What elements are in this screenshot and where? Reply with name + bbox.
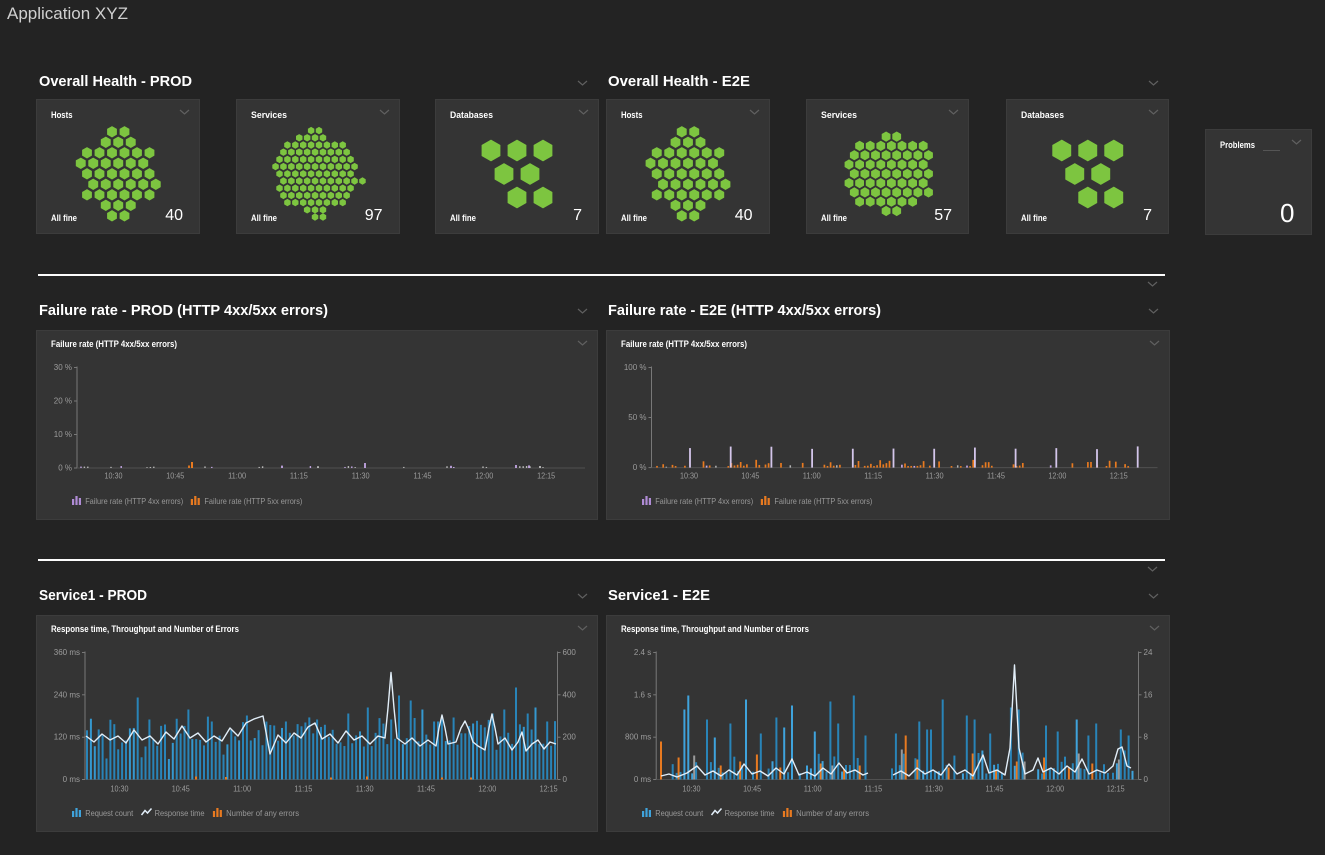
svg-text:2.4 s: 2.4 s <box>633 648 650 657</box>
svg-text:10:45: 10:45 <box>172 785 190 794</box>
svg-text:All fine: All fine <box>621 213 647 223</box>
svg-text:All fine: All fine <box>821 213 847 223</box>
svg-text:12:15: 12:15 <box>1106 785 1124 794</box>
svg-text:Hosts: Hosts <box>51 110 73 120</box>
svg-text:Response time: Response time <box>724 808 774 818</box>
svg-text:0 %: 0 % <box>632 463 646 472</box>
svg-text:Services: Services <box>251 110 287 120</box>
svg-text:0: 0 <box>1143 775 1148 784</box>
svg-text:Response time, Throughput and: Response time, Throughput and Number of … <box>621 624 809 634</box>
svg-text:11:00: 11:00 <box>228 472 246 481</box>
svg-text:100 %: 100 % <box>623 363 646 372</box>
svg-text:Service1 - E2E: Service1 - E2E <box>608 587 710 604</box>
svg-text:0: 0 <box>563 775 568 784</box>
svg-text:10:45: 10:45 <box>741 472 759 481</box>
svg-text:All fine: All fine <box>251 213 277 223</box>
svg-text:12:15: 12:15 <box>540 785 558 794</box>
svg-text:11:15: 11:15 <box>864 472 882 481</box>
svg-text:12:00: 12:00 <box>478 785 496 794</box>
svg-text:Overall Health - PROD: Overall Health - PROD <box>39 73 192 90</box>
svg-text:Databases: Databases <box>450 110 493 120</box>
svg-text:Failure rate (HTTP 5xx errors): Failure rate (HTTP 5xx errors) <box>774 496 872 506</box>
svg-text:Response time: Response time <box>155 808 205 818</box>
svg-text:20 %: 20 % <box>54 397 72 406</box>
svg-text:Request count: Request count <box>655 808 704 818</box>
svg-text:600: 600 <box>563 648 577 657</box>
svg-text:Failure rate - PROD (HTTP 4xx/: Failure rate - PROD (HTTP 4xx/5xx errors… <box>39 302 328 319</box>
svg-text:1.6 s: 1.6 s <box>633 690 650 699</box>
svg-text:240 ms: 240 ms <box>54 690 80 699</box>
svg-text:Request count: Request count <box>85 808 134 818</box>
svg-text:11:45: 11:45 <box>417 785 435 794</box>
svg-text:Failure rate (HTTP 4xx errors): Failure rate (HTTP 4xx errors) <box>85 496 183 506</box>
svg-text:200: 200 <box>563 733 577 742</box>
svg-text:Databases: Databases <box>1021 110 1064 120</box>
svg-text:11:30: 11:30 <box>352 472 370 481</box>
svg-text:11:30: 11:30 <box>924 785 942 794</box>
svg-text:50 %: 50 % <box>628 413 646 422</box>
svg-text:Failure rate (HTTP 5xx errors): Failure rate (HTTP 5xx errors) <box>204 496 302 506</box>
svg-text:Number of any errors: Number of any errors <box>796 808 869 818</box>
svg-text:120 ms: 120 ms <box>54 733 80 742</box>
svg-text:8: 8 <box>1143 733 1148 742</box>
svg-text:12:00: 12:00 <box>475 472 493 481</box>
svg-text:11:45: 11:45 <box>414 472 432 481</box>
svg-text:10 %: 10 % <box>54 430 72 439</box>
svg-text:All fine: All fine <box>450 213 476 223</box>
svg-text:12:15: 12:15 <box>1109 472 1127 481</box>
svg-text:Service1 - PROD: Service1 - PROD <box>39 587 147 604</box>
svg-text:24: 24 <box>1143 648 1152 657</box>
svg-text:10:30: 10:30 <box>680 472 698 481</box>
svg-text:10:30: 10:30 <box>111 785 129 794</box>
svg-text:11:00: 11:00 <box>802 472 820 481</box>
svg-text:0 ms: 0 ms <box>633 775 650 784</box>
svg-text:11:15: 11:15 <box>294 785 312 794</box>
svg-text:10:45: 10:45 <box>166 472 184 481</box>
svg-text:12:15: 12:15 <box>537 472 555 481</box>
svg-text:All fine: All fine <box>51 213 77 223</box>
svg-text:400: 400 <box>563 690 577 699</box>
svg-text:11:15: 11:15 <box>290 472 308 481</box>
svg-text:11:00: 11:00 <box>803 785 821 794</box>
svg-text:Failure rate (HTTP 4xx/5xx err: Failure rate (HTTP 4xx/5xx errors) <box>51 339 177 349</box>
svg-text:0 %: 0 % <box>58 464 72 473</box>
svg-text:360 ms: 360 ms <box>54 648 80 657</box>
svg-text:10:45: 10:45 <box>743 785 761 794</box>
svg-text:Problems: Problems <box>1220 140 1255 150</box>
svg-text:11:45: 11:45 <box>985 785 1003 794</box>
svg-text:11:45: 11:45 <box>987 472 1005 481</box>
svg-text:0 ms: 0 ms <box>63 775 80 784</box>
svg-text:Number of any errors: Number of any errors <box>226 808 299 818</box>
svg-text:12:00: 12:00 <box>1048 472 1066 481</box>
svg-text:11:30: 11:30 <box>925 472 943 481</box>
svg-text:Response time, Throughput and: Response time, Throughput and Number of … <box>51 624 239 634</box>
svg-text:Failure rate - E2E (HTTP 4xx/5: Failure rate - E2E (HTTP 4xx/5xx errors) <box>608 302 881 319</box>
svg-text:11:30: 11:30 <box>356 785 374 794</box>
svg-text:All fine: All fine <box>1021 213 1047 223</box>
svg-text:Overall Health - E2E: Overall Health - E2E <box>608 73 750 90</box>
svg-text:12:00: 12:00 <box>1046 785 1064 794</box>
svg-text:11:00: 11:00 <box>233 785 251 794</box>
svg-text:800 ms: 800 ms <box>624 733 650 742</box>
svg-text:Services: Services <box>821 110 857 120</box>
svg-text:30 %: 30 % <box>54 363 72 372</box>
svg-text:10:30: 10:30 <box>105 472 123 481</box>
svg-text:Failure rate (HTTP 4xx errors): Failure rate (HTTP 4xx errors) <box>655 496 753 506</box>
svg-text:11:15: 11:15 <box>864 785 882 794</box>
svg-text:16: 16 <box>1143 690 1152 699</box>
svg-text:Failure rate (HTTP 4xx/5xx err: Failure rate (HTTP 4xx/5xx errors) <box>621 339 747 349</box>
svg-text:Hosts: Hosts <box>621 110 643 120</box>
svg-text:10:30: 10:30 <box>682 785 700 794</box>
